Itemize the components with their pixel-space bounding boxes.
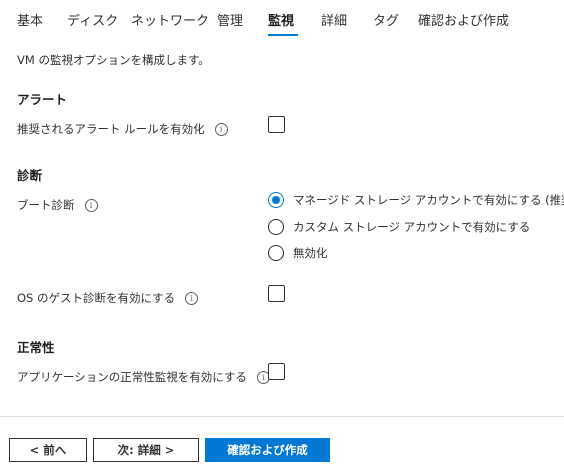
boot-diag-option-disabled[interactable]: 無効化 xyxy=(268,245,328,261)
radio-label: マネージド ストレージ アカウントで有効にする (推奨) xyxy=(293,193,564,207)
app-health-field: アプリケーションの正常性監視を有効にする i xyxy=(17,369,270,385)
boot-diag-option-custom[interactable]: カスタム ストレージ アカウントで有効にする xyxy=(268,219,530,235)
alert-rules-label: 推奨されるアラート ルールを有効化 xyxy=(17,122,205,136)
tab-advanced[interactable]: 詳細 xyxy=(321,10,347,29)
guest-os-diagnostics-checkbox[interactable] xyxy=(268,285,285,302)
guest-os-diagnostics-field: OS のゲスト診断を有効にする i xyxy=(17,290,199,306)
boot-diag-option-managed[interactable]: マネージド ストレージ アカウントで有効にする (推奨) xyxy=(268,192,564,208)
section-title-diagnostics: 診断 xyxy=(17,168,43,183)
previous-button[interactable]: < 前へ xyxy=(9,438,87,462)
boot-diagnostics-label: ブート診断 xyxy=(17,198,75,212)
radio-unselected-icon[interactable] xyxy=(268,219,284,235)
review-create-button[interactable]: 確認および作成 xyxy=(205,438,330,462)
tab-monitoring[interactable]: 監視 xyxy=(268,10,294,29)
tab-bar: 基本 ディスク ネットワーク 管理 監視 詳細 タグ 確認および作成 xyxy=(0,0,564,40)
info-icon[interactable]: i xyxy=(214,122,228,136)
radio-label: 無効化 xyxy=(293,246,328,260)
section-title-health: 正常性 xyxy=(17,340,55,355)
tab-review-create[interactable]: 確認および作成 xyxy=(418,10,509,29)
vm-monitoring-page: 基本 ディスク ネットワーク 管理 監視 詳細 タグ 確認および作成 VM の監… xyxy=(0,0,564,472)
guest-os-diagnostics-label: OS のゲスト診断を有効にする xyxy=(17,291,176,305)
info-icon[interactable]: i xyxy=(185,291,199,305)
section-title-alert: アラート xyxy=(17,92,68,107)
tab-disks[interactable]: ディスク xyxy=(67,10,118,29)
next-button[interactable]: 次: 詳細 > xyxy=(93,438,199,462)
tab-tags[interactable]: タグ xyxy=(373,10,399,29)
radio-unselected-icon[interactable] xyxy=(268,245,284,261)
footer-divider xyxy=(0,416,564,417)
radio-selected-icon[interactable] xyxy=(268,192,284,208)
page-description: VM の監視オプションを構成します。 xyxy=(17,53,210,67)
app-health-checkbox[interactable] xyxy=(268,363,285,380)
alert-rules-field: 推奨されるアラート ルールを有効化 i xyxy=(17,121,228,137)
info-icon[interactable]: i xyxy=(84,198,98,212)
tab-management[interactable]: 管理 xyxy=(217,10,243,29)
tab-networking[interactable]: ネットワーク xyxy=(131,10,209,29)
radio-label: カスタム ストレージ アカウントで有効にする xyxy=(293,220,531,234)
tab-basics[interactable]: 基本 xyxy=(17,10,43,29)
boot-diagnostics-field: ブート診断 i xyxy=(17,197,98,213)
alert-rules-checkbox[interactable] xyxy=(268,116,285,133)
active-tab-indicator xyxy=(268,34,298,36)
app-health-label: アプリケーションの正常性監視を有効にする xyxy=(17,370,247,384)
